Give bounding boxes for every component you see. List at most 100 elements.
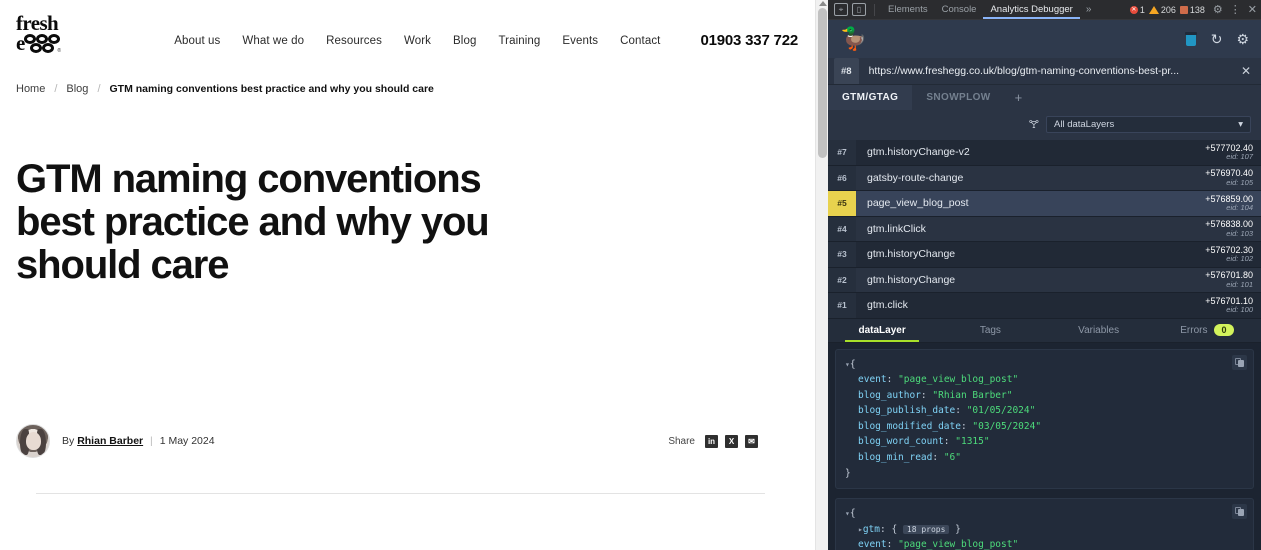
- nav-item-training[interactable]: Training: [498, 35, 540, 47]
- breadcrumb: Home / Blog / GTM naming conventions bes…: [0, 78, 828, 100]
- json-value: "Rhian Barber": [932, 389, 1013, 401]
- more-options-icon[interactable]: ⋮: [1230, 3, 1241, 16]
- event-eid: eid: 103: [1226, 228, 1253, 238]
- json-line-close: }: [845, 466, 1244, 482]
- filter-icon[interactable]: 🝖: [1029, 113, 1039, 135]
- table-row[interactable]: #7 gtm.historyChange-v2 +577702.40 eid: …: [828, 140, 1261, 166]
- json-line: blog_min_read: "6": [858, 452, 961, 464]
- json-line-open[interactable]: ▾{: [845, 357, 1244, 373]
- tab-datalayer[interactable]: dataLayer: [828, 319, 936, 342]
- json-value: "6": [943, 452, 961, 464]
- screen-root: fresh e ® About us What we do Resources …: [0, 0, 1261, 550]
- inspect-element-icon[interactable]: ⌖: [834, 3, 848, 16]
- byline-prefix: By: [62, 435, 75, 447]
- breadcrumb-blog[interactable]: Blog: [66, 83, 88, 95]
- nav-item-about-us[interactable]: About us: [174, 35, 220, 47]
- json-key: event: [858, 374, 887, 386]
- tab-variables[interactable]: Variables: [1045, 319, 1153, 342]
- nav-item-blog[interactable]: Blog: [453, 35, 476, 47]
- content-divider: [36, 493, 765, 494]
- gear-icon[interactable]: ⚙: [1213, 3, 1223, 16]
- copy-icon[interactable]: [1232, 504, 1247, 520]
- event-meta: +577702.40 eid: 107: [1205, 143, 1253, 162]
- clear-trash-icon[interactable]: [1184, 32, 1197, 46]
- event-index: #7: [828, 140, 856, 165]
- devtools-right-icons: ⚙ ⋮ ✕: [1213, 3, 1257, 16]
- table-row[interactable]: #6 gatsby-route-change +576970.40 eid: 1…: [828, 165, 1261, 191]
- logo-rings: ®: [24, 34, 62, 54]
- devtools-panel: ⌖ ▯ Elements Console Analytics Debugger …: [828, 0, 1261, 550]
- nav-item-work[interactable]: Work: [404, 35, 431, 47]
- url-bar: #8 https://www.freshegg.co.uk/blog/gtm-n…: [828, 58, 1261, 85]
- tab-errors-label: Errors: [1180, 324, 1208, 336]
- json-value: "1315": [955, 436, 990, 448]
- table-row[interactable]: #4 gtm.linkClick +576838.00 eid: 103: [828, 216, 1261, 242]
- page-scrollbar[interactable]: [815, 0, 828, 550]
- nav-item-contact[interactable]: Contact: [620, 35, 660, 47]
- close-icon[interactable]: ✕: [1248, 3, 1257, 16]
- json-line-open[interactable]: ▾{: [845, 506, 1244, 522]
- table-row[interactable]: #2 gtm.historyChange +576701.80 eid: 101: [828, 267, 1261, 293]
- event-index: #5: [828, 191, 856, 216]
- datalayer-filter-select[interactable]: All dataLayers ▾: [1046, 115, 1251, 133]
- scroll-up-arrow-icon[interactable]: [819, 1, 827, 6]
- table-row[interactable]: #3 gtm.historyChange +576702.30 eid: 102: [828, 242, 1261, 268]
- table-row[interactable]: #1 gtm.click +576701.10 eid: 100: [828, 293, 1261, 319]
- tab-tags[interactable]: Tags: [936, 319, 1044, 342]
- nav-item-what-we-do[interactable]: What we do: [242, 35, 304, 47]
- nav-item-resources[interactable]: Resources: [326, 35, 382, 47]
- issue-counters: ✕ 1 206 138: [1129, 4, 1205, 15]
- tab-errors[interactable]: Errors 0: [1153, 319, 1261, 342]
- event-meta: +576859.00 eid: 104: [1205, 194, 1253, 212]
- json-key: gtm: [862, 523, 880, 535]
- author-link[interactable]: Rhian Barber: [77, 435, 143, 447]
- tab-analytics-debugger[interactable]: Analytics Debugger: [983, 1, 1080, 19]
- json-value: "page_view_blog_post": [898, 539, 1019, 550]
- url-close-icon[interactable]: ✕: [1231, 64, 1261, 78]
- event-meta: +576838.00 eid: 103: [1205, 219, 1253, 238]
- publish-date: 1 May 2024: [159, 435, 215, 447]
- error-count[interactable]: ✕ 1: [1129, 4, 1145, 15]
- scrollbar-thumb[interactable]: [818, 8, 827, 158]
- error-count-value: 1: [1139, 4, 1145, 15]
- linkedin-icon[interactable]: in: [705, 434, 718, 448]
- device-toolbar-icon[interactable]: ▯: [852, 3, 866, 16]
- x-twitter-icon[interactable]: X: [725, 434, 738, 448]
- event-meta: +576701.80 eid: 101: [1205, 270, 1253, 288]
- copy-square-front: [1238, 509, 1244, 517]
- add-subtab-icon[interactable]: +: [1005, 85, 1033, 110]
- breadcrumb-home[interactable]: Home: [16, 83, 45, 95]
- subtab-gtm-gtag[interactable]: GTM/GTAG: [828, 85, 913, 110]
- more-tabs-icon[interactable]: »: [1080, 4, 1098, 15]
- logo-trademark: ®: [57, 48, 62, 54]
- reload-icon[interactable]: ↻: [1211, 31, 1223, 48]
- subtab-snowplow[interactable]: SNOWPLOW: [912, 85, 1004, 110]
- event-eid: eid: 107: [1226, 152, 1253, 162]
- event-eid: eid: 105: [1226, 177, 1253, 187]
- page-url[interactable]: https://www.freshegg.co.uk/blog/gtm-nami…: [859, 65, 1231, 77]
- copy-icon[interactable]: [1232, 354, 1247, 370]
- breadcrumb-separator-1: /: [54, 83, 58, 95]
- site-header: fresh e ® About us What we do Resources …: [0, 0, 828, 78]
- event-list: #7 gtm.historyChange-v2 +577702.40 eid: …: [828, 140, 1261, 319]
- warning-count[interactable]: 206: [1148, 5, 1176, 15]
- json-line: blog_author: "Rhian Barber": [858, 389, 1013, 401]
- warning-icon: [1148, 5, 1159, 14]
- breadcrumb-separator-2: /: [97, 83, 101, 95]
- nav-item-events[interactable]: Events: [562, 35, 598, 47]
- settings-gear-icon[interactable]: ⚙: [1236, 31, 1249, 48]
- tab-console[interactable]: Console: [935, 1, 984, 18]
- phone-number[interactable]: 01903 337 722: [700, 32, 798, 49]
- email-icon[interactable]: ✉: [745, 434, 758, 448]
- datalayer-json-viewer[interactable]: ▾{ event: "page_view_blog_post" blog_aut…: [828, 342, 1261, 550]
- logo-ring-4: [30, 43, 43, 53]
- issue-count[interactable]: 138: [1179, 5, 1205, 15]
- table-row-selected[interactable]: #5 page_view_blog_post +576859.00 eid: 1…: [828, 191, 1261, 217]
- event-name: gtm.linkClick: [867, 222, 926, 235]
- fresh-egg-logo[interactable]: fresh e ®: [16, 13, 74, 55]
- vendor-subtabs: GTM/GTAG SNOWPLOW +: [828, 85, 1261, 110]
- json-line-collapsed[interactable]: ▸gtm: { 18 props }: [845, 522, 1244, 538]
- json-line: blog_word_count: "1315": [858, 436, 990, 448]
- tab-elements[interactable]: Elements: [881, 1, 935, 18]
- main-navigation: About us What we do Resources Work Blog …: [74, 14, 798, 49]
